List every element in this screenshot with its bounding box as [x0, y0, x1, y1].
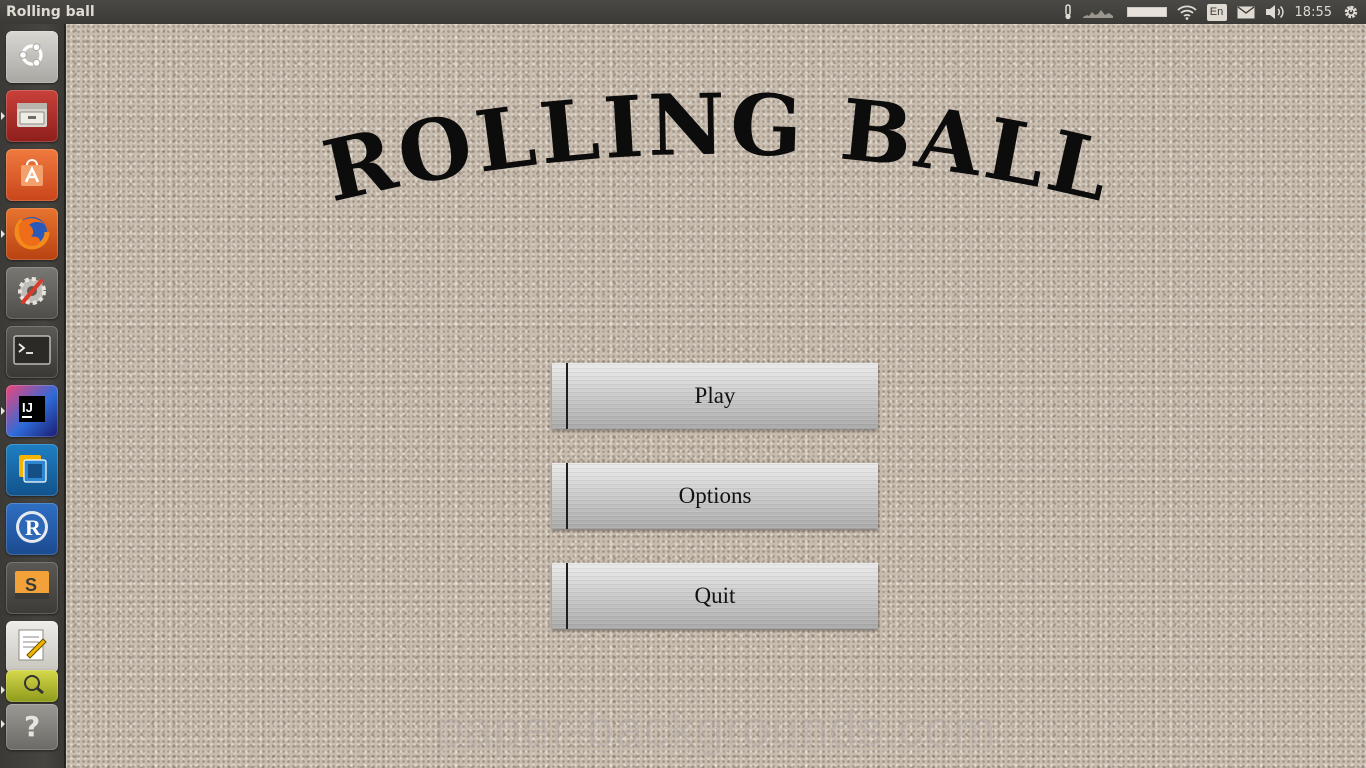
launcher-item-virtualbox[interactable] — [6, 444, 58, 496]
launcher: IJ R S ? — [0, 24, 65, 768]
options-button-label: Options — [678, 483, 752, 508]
window-title: Rolling ball — [6, 4, 95, 20]
svg-text:R: R — [25, 515, 42, 540]
question-mark-icon: ? — [17, 708, 47, 747]
launcher-item-r[interactable]: R — [6, 503, 58, 555]
terminal-icon — [13, 334, 51, 370]
running-indicator — [1, 407, 5, 415]
game-title: ROLLING BALL — [315, 75, 1123, 222]
settings-wrench-icon — [13, 272, 51, 315]
launcher-item-system-settings[interactable] — [6, 267, 58, 319]
launcher-item-software-center[interactable] — [6, 149, 58, 201]
power-gear-icon[interactable] — [1342, 0, 1360, 24]
svg-text:S: S — [25, 575, 37, 595]
thermometer-icon[interactable] — [1063, 0, 1073, 24]
running-indicator — [1, 230, 5, 238]
keyboard-layout-indicator[interactable]: En — [1206, 3, 1227, 21]
ubuntu-logo-icon — [15, 38, 49, 77]
background-watermark: paper-backgrounds.com — [435, 701, 997, 757]
image-viewer-icon — [15, 673, 49, 700]
launcher-item-dash[interactable] — [6, 31, 58, 83]
running-indicator — [1, 720, 5, 728]
svg-text:IJ: IJ — [22, 400, 33, 415]
options-button[interactable]: Options — [552, 463, 878, 529]
firefox-icon — [13, 213, 51, 256]
svg-text:?: ? — [24, 710, 40, 742]
sublime-icon: S — [13, 569, 51, 608]
svg-text:ROLLING BALL: ROLLING BALL — [315, 75, 1123, 222]
battery-indicator-icon[interactable] — [1126, 7, 1167, 17]
launcher-item-intellij[interactable]: IJ — [6, 385, 58, 437]
launcher-item-terminal[interactable] — [6, 326, 58, 378]
network-activity-icon[interactable] — [1082, 0, 1113, 24]
volume-speaker-icon[interactable] — [1265, 0, 1285, 24]
launcher-item-files[interactable] — [6, 90, 58, 142]
intellij-icon: IJ — [14, 391, 50, 432]
quit-button-label: Quit — [694, 583, 736, 608]
wifi-icon[interactable] — [1176, 0, 1197, 24]
top-panel: Rolling ball En 18:55 — [0, 0, 1366, 24]
indicator-area: En 18:55 — [1053, 0, 1366, 24]
running-indicator — [1, 686, 5, 694]
launcher-item-image-viewer[interactable] — [6, 670, 58, 702]
game-canvas: ROLLING BALL Play Options Quit paper-bac… — [66, 24, 1366, 768]
r-logo-icon: R — [13, 508, 51, 551]
launcher-item-sublime[interactable]: S — [6, 562, 58, 614]
play-button[interactable]: Play — [552, 363, 878, 429]
game-title-text: ROLLING BALL — [315, 75, 1119, 222]
mail-envelope-icon[interactable] — [1237, 0, 1255, 24]
shopping-bag-icon — [15, 156, 49, 195]
virtualbox-icon — [14, 450, 50, 491]
play-button-label: Play — [694, 383, 736, 408]
text-editor-icon — [15, 627, 49, 668]
launcher-item-text-editor[interactable] — [6, 621, 58, 673]
running-indicator — [1, 112, 5, 120]
clock[interactable]: 18:55 — [1295, 0, 1332, 24]
quit-button[interactable]: Quit — [552, 563, 878, 629]
file-cabinet-icon — [15, 99, 49, 134]
launcher-item-unknown[interactable]: ? — [6, 704, 58, 750]
launcher-item-firefox[interactable] — [6, 208, 58, 260]
